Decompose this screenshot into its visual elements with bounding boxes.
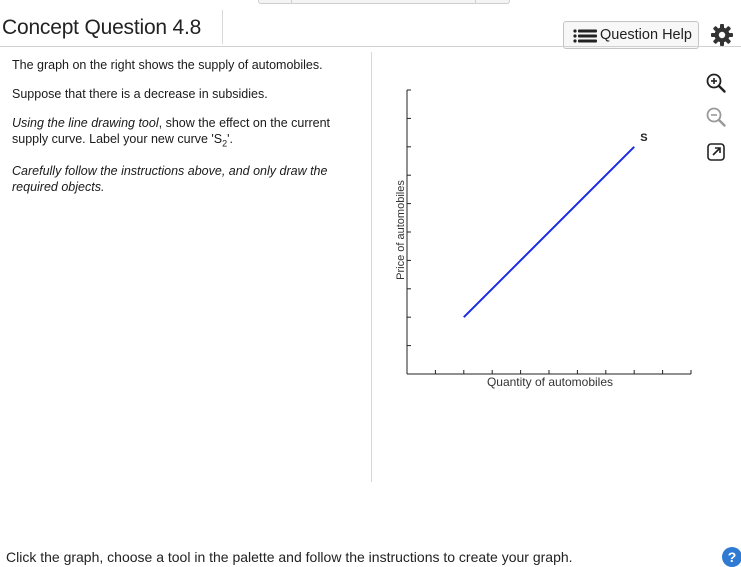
- question-help-label: Question Help: [600, 27, 692, 43]
- supply-curve-line: [463, 146, 635, 318]
- supply-graph[interactable]: S Quantity of automobiles Price of autom…: [390, 80, 700, 400]
- instruction-text-part: '.: [227, 132, 234, 146]
- question-help-button[interactable]: Question Help: [563, 21, 699, 49]
- gear-icon[interactable]: [710, 23, 734, 47]
- page-title: Concept Question 4.8: [2, 16, 202, 39]
- x-axis-label: Quantity of automobiles: [487, 375, 613, 389]
- help-button[interactable]: ?: [722, 547, 741, 567]
- instruction-text: Suppose that there is a decrease in subs…: [12, 87, 268, 101]
- tab-divider: [475, 0, 476, 3]
- title-separator: [222, 10, 223, 44]
- panel-divider: [371, 52, 372, 482]
- supply-curve-label: S: [640, 132, 647, 144]
- zoom-out-icon[interactable]: [705, 106, 727, 128]
- footer-instruction: Click the graph, choose a tool in the pa…: [6, 549, 573, 565]
- instruction-text: Using the line drawing tool, show the ef…: [12, 115, 352, 148]
- top-tab-strip: [258, 0, 510, 4]
- list-icon: [573, 29, 597, 43]
- header-divider: [0, 46, 741, 47]
- instruction-text: The graph on the right shows the supply …: [12, 58, 323, 72]
- instruction-text: Carefully follow the instructions above,…: [12, 164, 328, 194]
- instruction-italic: Using the line drawing tool: [12, 116, 159, 130]
- question-header: Concept Question 4.8 Question Help: [0, 8, 741, 49]
- zoom-in-icon[interactable]: [705, 72, 727, 94]
- popout-icon[interactable]: [705, 141, 727, 163]
- y-axis-label: Price of automobiles: [395, 180, 407, 280]
- tab-divider: [291, 0, 292, 3]
